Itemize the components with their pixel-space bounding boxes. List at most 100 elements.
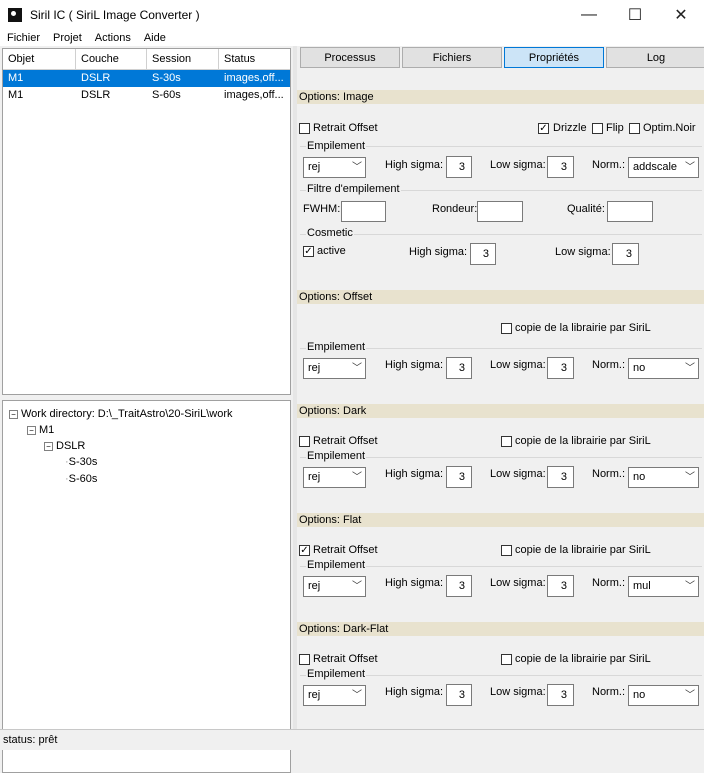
- offset-high-sigma-field[interactable]: 3: [446, 357, 472, 379]
- empilement-label: Empilement: [306, 668, 367, 680]
- column-objet[interactable]: Objet: [3, 49, 76, 69]
- menu-projet[interactable]: Projet: [46, 32, 88, 44]
- tab-fichiers[interactable]: Fichiers: [402, 47, 502, 68]
- flip-checkbox[interactable]: [592, 123, 603, 134]
- darkflat-low-sigma-field[interactable]: 3: [547, 684, 574, 706]
- collapse-icon[interactable]: −: [9, 409, 18, 419]
- session-grid[interactable]: Objet Couche Session Status M1 DSLR S-30…: [2, 48, 291, 395]
- dark-method-select[interactable]: rej ﹀: [303, 467, 366, 488]
- low-sigma-label: Low sigma:: [490, 159, 546, 171]
- section-header-offset: Options: Offset: [297, 290, 704, 304]
- darkflat-retrait-offset-checkbox[interactable]: [299, 654, 310, 665]
- section-header-flat: Options: Flat: [297, 513, 704, 527]
- high-sigma-field[interactable]: 3: [446, 156, 472, 178]
- rondeur-field[interactable]: [477, 201, 523, 222]
- tab-log[interactable]: Log: [606, 47, 704, 68]
- norm-select[interactable]: addscale ﹀: [628, 157, 699, 178]
- table-row[interactable]: M1 DSLR S-60s images,off...: [3, 87, 290, 104]
- dark-high-sigma-field[interactable]: 3: [446, 466, 472, 488]
- work-directory-tree[interactable]: − Work directory: D:\_TraitAstro\20-Siri…: [2, 400, 291, 773]
- retrait-offset-label: Retrait Offset: [313, 435, 378, 447]
- darkflat-method-select[interactable]: rej ﹀: [303, 685, 366, 706]
- cell-objet: M1: [8, 89, 24, 101]
- cell-status: images,off...: [224, 72, 284, 84]
- tree-node-layer[interactable]: − DSLR: [44, 438, 85, 454]
- menu-actions[interactable]: Actions: [88, 32, 137, 44]
- tree-node-object[interactable]: − M1: [27, 422, 54, 438]
- tab-proprietes[interactable]: Propriétés: [504, 47, 604, 68]
- offset-method-select[interactable]: rej ﹀: [303, 358, 366, 379]
- table-row[interactable]: M1 DSLR S-30s images,off...: [3, 70, 290, 87]
- maximize-button[interactable]: ☐: [612, 0, 658, 29]
- tab-processus[interactable]: Processus: [300, 47, 400, 68]
- low-sigma-label: Low sigma:: [490, 686, 546, 698]
- group-cosmetic: [300, 234, 702, 235]
- fwhm-field[interactable]: [341, 201, 386, 222]
- cosmetic-active-checkbox[interactable]: ✓: [303, 246, 314, 257]
- section-header-image: Options: Image: [297, 90, 704, 104]
- flat-norm-select[interactable]: mul ﹀: [628, 576, 699, 597]
- norm-label: Norm.:: [592, 468, 625, 480]
- grid-header: Objet Couche Session Status: [3, 49, 290, 70]
- menu-aide[interactable]: Aide: [137, 32, 172, 44]
- column-session[interactable]: Session: [147, 49, 219, 69]
- cell-couche: DSLR: [81, 89, 111, 101]
- tree-node-session[interactable]: · S-60s: [65, 471, 97, 487]
- collapse-icon[interactable]: −: [44, 441, 53, 451]
- high-sigma-label: High sigma:: [385, 577, 444, 589]
- menu-fichier[interactable]: Fichier: [0, 32, 46, 44]
- high-sigma-label: High sigma:: [385, 359, 444, 371]
- high-sigma-label: High sigma:: [385, 686, 444, 698]
- collapse-icon[interactable]: −: [27, 425, 36, 435]
- darkflat-norm-select[interactable]: no ﹀: [628, 685, 699, 706]
- norm-label: Norm.:: [592, 159, 625, 171]
- column-couche[interactable]: Couche: [76, 49, 147, 69]
- darkflat-high-sigma-field[interactable]: 3: [446, 684, 472, 706]
- high-sigma-label: High sigma:: [385, 468, 444, 480]
- empilement-label: Empilement: [306, 341, 367, 353]
- cosmetic-high-sigma-label: High sigma:: [409, 246, 468, 258]
- tree-layer-label: DSLR: [56, 440, 86, 452]
- tree-object-label: M1: [39, 424, 55, 436]
- optim-noir-label: Optim.Noir: [643, 122, 696, 134]
- norm-label: Norm.:: [592, 686, 625, 698]
- flat-low-sigma-field[interactable]: 3: [547, 575, 574, 597]
- filtre-empilement-label: Filtre d'empilement: [306, 183, 401, 195]
- norm-label: Norm.:: [592, 359, 625, 371]
- dark-norm-select[interactable]: no ﹀: [628, 467, 699, 488]
- cosmetic-high-sigma-field[interactable]: 3: [470, 243, 496, 265]
- tree-node-session[interactable]: · S-30s: [65, 454, 97, 470]
- offset-copie-checkbox[interactable]: [501, 323, 512, 334]
- tree-root-label: Work directory: D:\_TraitAstro\20-SiriL\…: [21, 408, 233, 420]
- flat-method-select[interactable]: rej ﹀: [303, 576, 366, 597]
- offset-norm-select[interactable]: no ﹀: [628, 358, 699, 379]
- cosmetic-low-sigma-field[interactable]: 3: [612, 243, 639, 265]
- low-sigma-label: Low sigma:: [490, 468, 546, 480]
- drizzle-checkbox[interactable]: ✓: [538, 123, 549, 134]
- retrait-offset-label: Retrait Offset: [313, 122, 378, 134]
- column-status[interactable]: Status: [219, 49, 290, 69]
- dark-retrait-offset-checkbox[interactable]: [299, 436, 310, 447]
- flat-copie-checkbox[interactable]: [501, 545, 512, 556]
- qualite-field[interactable]: [607, 201, 653, 222]
- retrait-offset-label: Retrait Offset: [313, 544, 378, 556]
- retrait-offset-checkbox[interactable]: [299, 123, 310, 134]
- flat-retrait-offset-checkbox[interactable]: ✓: [299, 545, 310, 556]
- dark-copie-checkbox[interactable]: [501, 436, 512, 447]
- cell-session: S-30s: [152, 72, 181, 84]
- minimize-button[interactable]: —: [566, 0, 612, 29]
- empilement-method-select[interactable]: rej ﹀: [303, 157, 366, 178]
- low-sigma-label: Low sigma:: [490, 577, 546, 589]
- tree-root[interactable]: − Work directory: D:\_TraitAstro\20-Siri…: [9, 406, 233, 422]
- cosmetic-label: Cosmetic: [306, 227, 354, 239]
- optim-noir-checkbox[interactable]: [629, 123, 640, 134]
- tree-session-label: S-30s: [68, 456, 98, 468]
- low-sigma-field[interactable]: 3: [547, 156, 574, 178]
- cosmetic-active-label: active: [317, 245, 346, 257]
- close-button[interactable]: ✕: [658, 0, 704, 29]
- offset-low-sigma-field[interactable]: 3: [547, 357, 574, 379]
- darkflat-copie-checkbox[interactable]: [501, 654, 512, 665]
- dark-low-sigma-field[interactable]: 3: [547, 466, 574, 488]
- flat-high-sigma-field[interactable]: 3: [446, 575, 472, 597]
- left-panel: Objet Couche Session Status M1 DSLR S-30…: [0, 46, 293, 773]
